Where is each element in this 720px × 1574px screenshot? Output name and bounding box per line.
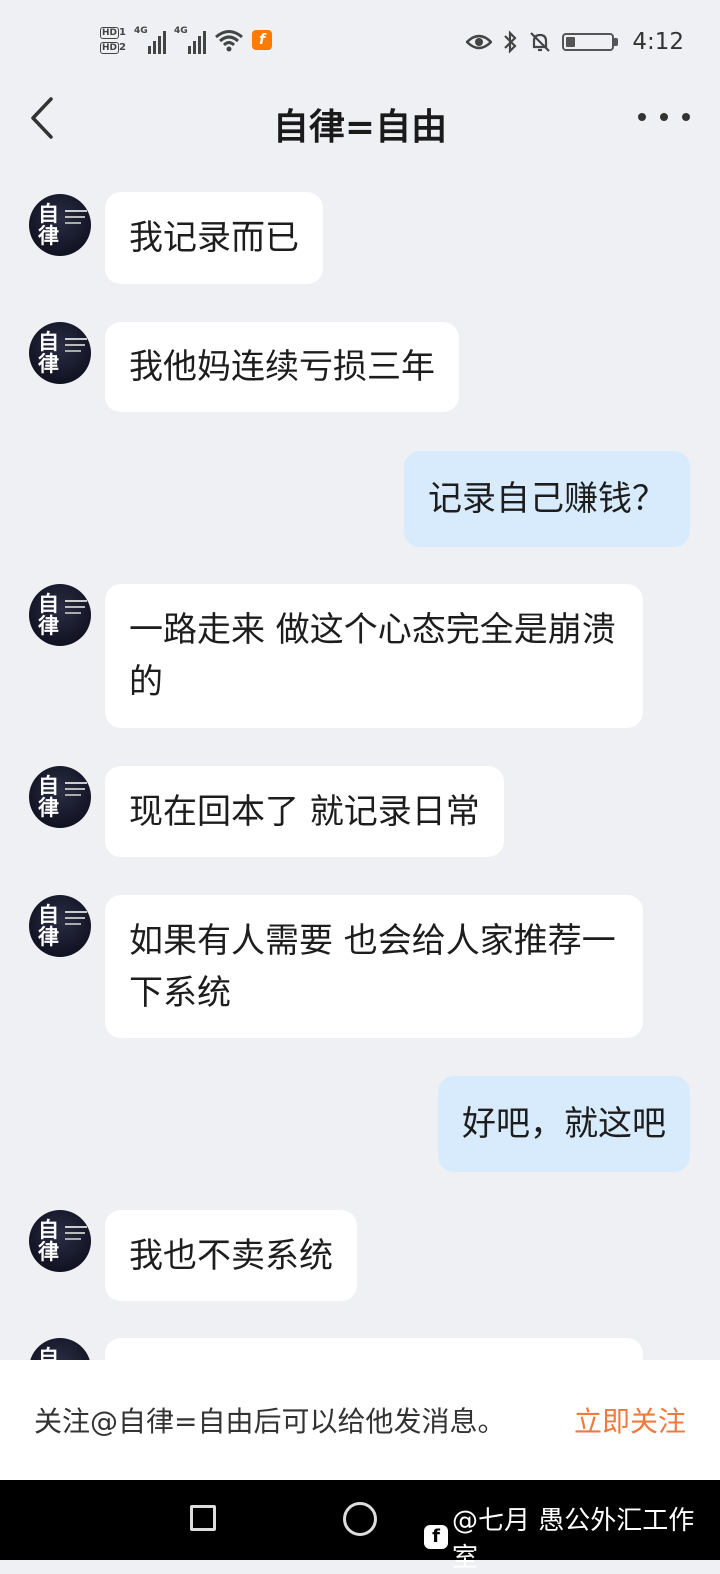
- mute-icon: [530, 32, 551, 52]
- signal-icon: 4G: [174, 26, 206, 54]
- more-dot-icon: [660, 113, 668, 121]
- watermark-logo-icon: f: [424, 1525, 448, 1549]
- more-dot-icon: [682, 113, 690, 121]
- follow-now-link[interactable]: 立即关注: [574, 1400, 686, 1440]
- status-right: 4:12: [466, 22, 684, 62]
- hd-icon: HD 1 HD 2: [100, 27, 126, 54]
- watermark: f @七月 愚公外汇工作室: [424, 1500, 720, 1574]
- signal-icon: 4G: [134, 26, 166, 54]
- message-bubble-received[interactable]: 我也不卖系统: [105, 1210, 357, 1301]
- message-bubble-received[interactable]: 现在回本了 就记录日常: [105, 766, 504, 857]
- avatar[interactable]: 自律: [29, 766, 91, 828]
- status-time: 4:12: [632, 29, 684, 55]
- app-notification-icon: f: [251, 30, 272, 50]
- more-dot-icon: [638, 113, 646, 121]
- avatar[interactable]: 自律: [29, 322, 91, 384]
- page-title: 自律=自由: [272, 107, 448, 148]
- message-bubble-received[interactable]: 一路走来 做这个心态完全是崩溃的: [105, 584, 643, 728]
- recent-apps-button[interactable]: [190, 1505, 216, 1531]
- avatar[interactable]: 自律: [29, 584, 91, 646]
- system-nav-bar: f @七月 愚公外汇工作室: [0, 1480, 720, 1573]
- watermark-text: @七月 愚公外汇工作室: [451, 1506, 695, 1573]
- battery-icon: [562, 32, 622, 52]
- message-list[interactable]: 自律 我记录而已 自律 我他妈连续亏损三年 记录自己赚钱？ 自律 一路走来 做这…: [0, 160, 720, 1360]
- bluetooth-icon: [504, 30, 517, 54]
- message-bubble-received[interactable]: 如果有人需要 也会给人家推荐一下系统: [105, 895, 643, 1038]
- message-bubble-sent[interactable]: 记录自己赚钱？: [404, 451, 690, 547]
- message-bubble-received[interactable]: [105, 1338, 643, 1360]
- follow-prompt-text: 关注@自律=自由后可以给他发消息。: [34, 1405, 506, 1438]
- more-options-button[interactable]: [638, 102, 690, 132]
- eye-icon: [466, 34, 493, 50]
- home-button[interactable]: [343, 1502, 377, 1536]
- avatar[interactable]: 自律: [29, 1210, 91, 1272]
- follow-prompt-bar: 关注@自律=自由后可以给他发消息。 立即关注: [0, 1360, 720, 1480]
- message-bubble-sent[interactable]: 好吧，就这吧: [438, 1076, 690, 1172]
- wifi-icon: [215, 30, 243, 52]
- message-bubble-received[interactable]: 我他妈连续亏损三年: [105, 322, 459, 412]
- avatar[interactable]: 自律: [29, 194, 91, 256]
- message-bubble-received[interactable]: 我记录而已: [105, 192, 323, 284]
- status-bar: HD 1 HD 2 4G 4G f 4:12: [0, 0, 720, 80]
- status-left: HD 1 HD 2 4G 4G f: [100, 20, 272, 60]
- avatar[interactable]: 自律: [29, 1338, 91, 1360]
- chat-header: 自律=自由: [0, 80, 720, 160]
- avatar[interactable]: 自律: [29, 895, 91, 957]
